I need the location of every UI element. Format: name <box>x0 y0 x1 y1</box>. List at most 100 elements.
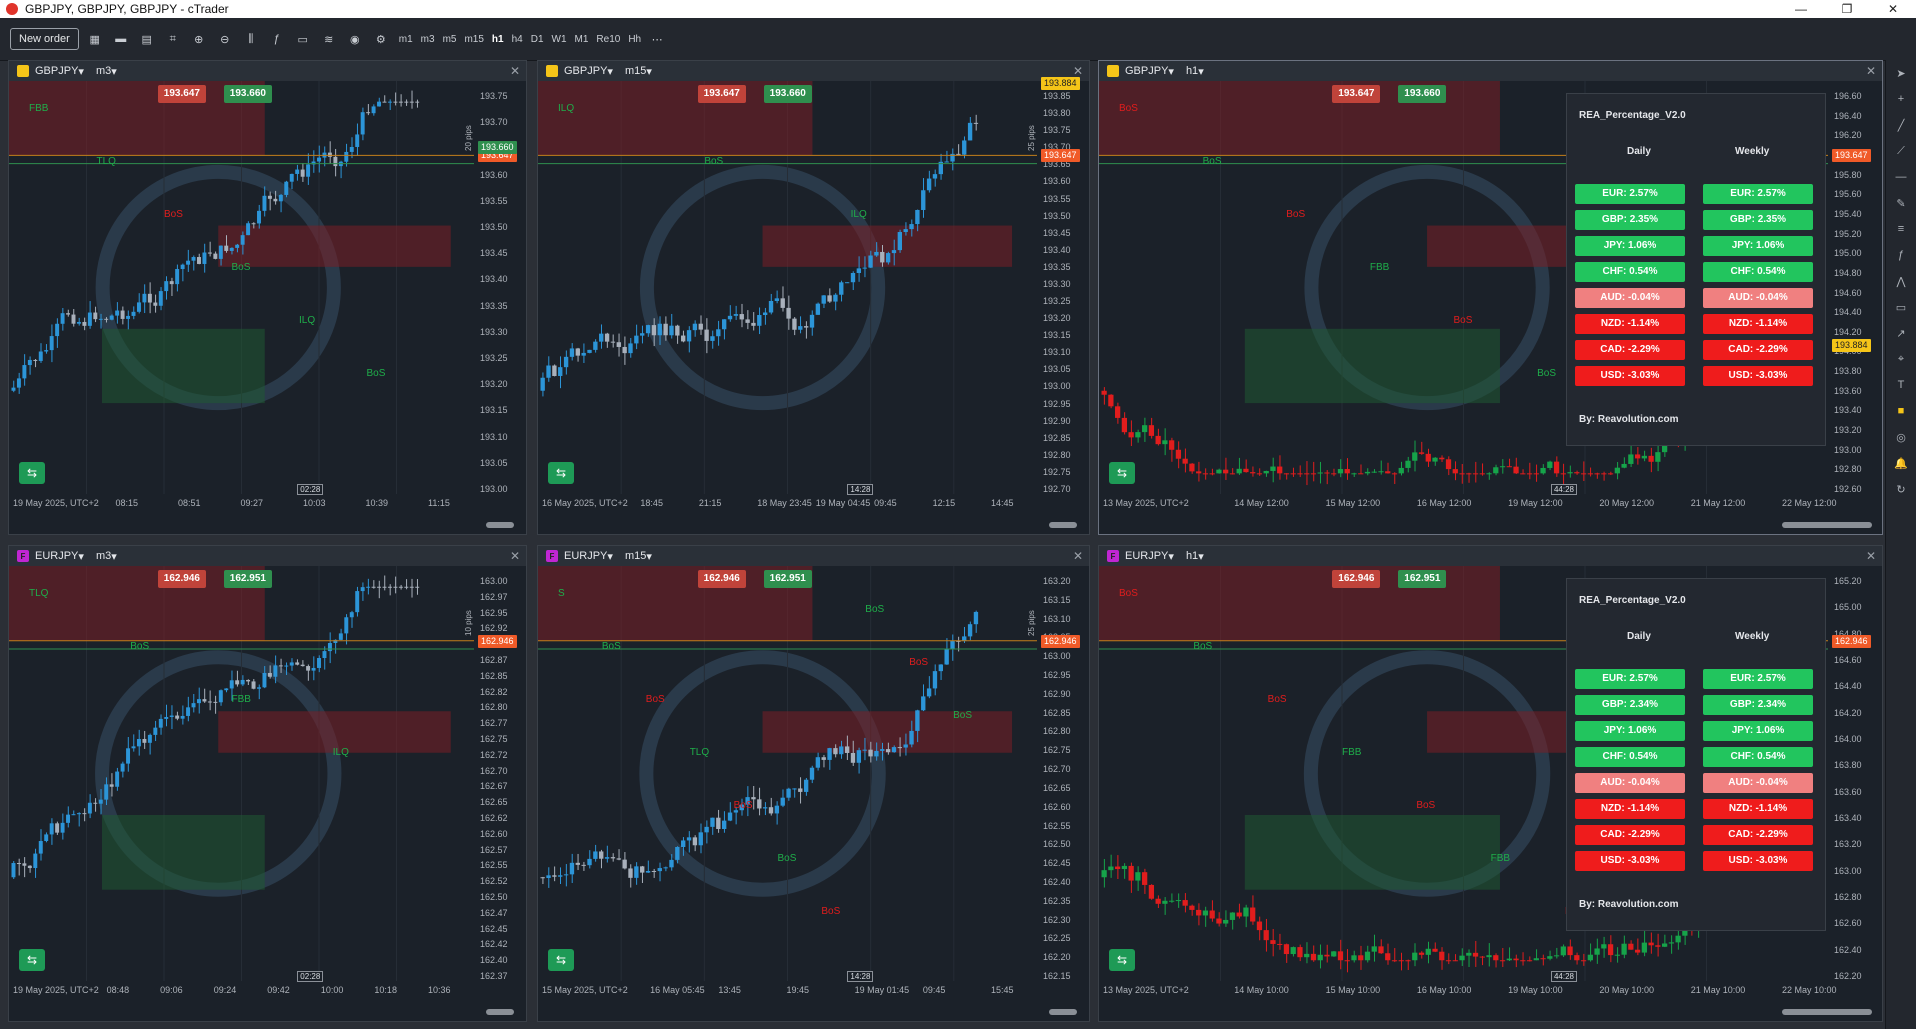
price-chart[interactable]: S BoS BoS TLQ BoS BoS BoS BoS BoS BoS <box>538 566 1037 981</box>
sell-button[interactable]: 162.946 <box>697 570 746 588</box>
chevron-down-icon[interactable]: ▾ <box>1168 550 1174 563</box>
symbol-selector[interactable]: GBPJPY <box>1125 65 1168 77</box>
time-axis[interactable]: 16 May 2025, UTC+2 18:45 21:15 18 May 23:45… <box>538 498 1037 512</box>
ray-icon[interactable]: ⟋ <box>1886 138 1916 164</box>
symbol-selector[interactable]: EURJPY <box>564 550 607 562</box>
note-icon[interactable]: ■ <box>1886 398 1916 424</box>
channel-icon[interactable]: ≡ <box>1886 216 1916 242</box>
timeframe-selector[interactable]: m3 <box>96 550 111 562</box>
chart-panel-5[interactable]: F EURJPY ▾ m15 ▾ ✕ S BoS BoS TLQ BoS BoS BoS BoS BoS… <box>537 545 1090 1022</box>
timeframe-selector[interactable]: m3 <box>96 65 111 77</box>
quick-trade-icon[interactable]: ⇆ <box>1109 462 1135 484</box>
tf-h1[interactable]: h1 <box>492 34 504 45</box>
close-chart-icon[interactable]: ✕ <box>1073 64 1083 78</box>
close-chart-icon[interactable]: ✕ <box>510 549 520 563</box>
chevron-down-icon[interactable]: ▾ <box>607 65 613 78</box>
close-chart-icon[interactable]: ✕ <box>1073 549 1083 563</box>
chart-panel-4[interactable]: F EURJPY ▾ m3 ▾ ✕ TLQ BoS FBB ILQ 162.946 162.951… <box>8 545 527 1022</box>
buy-button[interactable]: 193.660 <box>1398 85 1447 103</box>
sell-button[interactable]: 162.946 <box>157 570 206 588</box>
horizontal-scrollbar[interactable] <box>1049 522 1077 528</box>
zoom-out-icon[interactable]: ⊖ <box>215 29 235 49</box>
symbol-selector[interactable]: EURJPY <box>35 550 78 562</box>
chevron-down-icon[interactable]: ▾ <box>646 550 652 563</box>
candles-icon[interactable]: ⫼ <box>241 29 261 49</box>
sell-button[interactable]: 162.946 <box>1332 570 1381 588</box>
price-chart[interactable]: TLQ BoS FBB ILQ <box>9 566 474 981</box>
ruler-icon[interactable]: ⌖ <box>1886 346 1916 372</box>
price-axis[interactable]: 193.85 193.80 193.75 193.70 193.65 193.60 193.… <box>1043 83 1089 496</box>
close-chart-icon[interactable]: ✕ <box>510 64 520 78</box>
chart-type-icon[interactable]: ⌗ <box>163 29 183 49</box>
quick-trade-icon[interactable]: ⇆ <box>19 949 45 971</box>
horizontal-scrollbar[interactable] <box>1782 522 1872 528</box>
time-axis[interactable]: 13 May 2025, UTC+2 14 May 10:00 15 May 10:… <box>1099 985 1837 999</box>
sell-button[interactable]: 193.647 <box>157 85 206 103</box>
tf-h4[interactable]: h4 <box>512 34 523 45</box>
close-chart-icon[interactable]: ✕ <box>1866 549 1876 563</box>
alert-icon[interactable]: 🔔 <box>1886 450 1916 476</box>
tf-heikin[interactable]: Hh <box>628 34 641 45</box>
time-axis[interactable]: 15 May 2025, UTC+2 16 May 05:45 13:45 19:45… <box>538 985 1037 999</box>
eye-icon[interactable]: ◉ <box>345 29 365 49</box>
price-chart[interactable]: FBB TLQ BoS BoS ILQ BoS <box>9 81 474 494</box>
horizontal-scrollbar[interactable] <box>486 522 514 528</box>
price-chart[interactable]: ILQ BoS ILQ <box>538 81 1037 494</box>
tf-m3[interactable]: m3 <box>421 34 435 45</box>
settings-icon[interactable]: ⚙ <box>371 29 391 49</box>
tf-w1[interactable]: W1 <box>552 34 567 45</box>
more-icon[interactable]: ⋯ <box>647 29 667 49</box>
tf-m15[interactable]: m15 <box>464 34 483 45</box>
pattern-icon[interactable]: ⋀ <box>1886 268 1916 294</box>
quick-trade-icon[interactable]: ⇆ <box>548 949 574 971</box>
layout-split-icon[interactable]: ▤ <box>137 29 157 49</box>
sell-button[interactable]: 193.647 <box>697 85 746 103</box>
fib-icon[interactable]: ƒ <box>1886 242 1916 268</box>
chart-panel-6[interactable]: FEURJPY ▾h1 ▾✕BoSBoSBoSFBBBoSFBBBoSILQBo… <box>1098 545 1883 1022</box>
chevron-down-icon[interactable]: ▾ <box>78 65 84 78</box>
rectangle-icon[interactable]: ▭ <box>1886 294 1916 320</box>
time-axis[interactable]: 13 May 2025, UTC+2 14 May 12:00 15 May 12:… <box>1099 498 1837 512</box>
pencil-icon[interactable]: ✎ <box>1886 190 1916 216</box>
time-axis[interactable]: 19 May 2025, UTC+2 08:15 08:51 09:27 10:03 10… <box>9 498 474 512</box>
trendline-icon[interactable]: ╱ <box>1886 112 1916 138</box>
symbol-selector[interactable]: GBPJPY <box>35 65 78 77</box>
close-window-button[interactable]: ✕ <box>1870 0 1916 18</box>
tf-renko[interactable]: Re10 <box>596 34 620 45</box>
chart-panel-3[interactable]: GBPJPY ▾h1 ▾✕BoSBoSBoSFBBBoSBoSBoSILQ193… <box>1098 60 1883 535</box>
horizontal-line-icon[interactable]: — <box>1886 164 1916 190</box>
time-axis[interactable]: 19 May 2025, UTC+2 08:48 09:06 09:24 09:42 10… <box>9 985 474 999</box>
screenshot-icon[interactable]: ▭ <box>293 29 313 49</box>
chevron-down-icon[interactable]: ▾ <box>607 550 613 563</box>
horizontal-scrollbar[interactable] <box>1782 1009 1872 1015</box>
sell-button[interactable]: 193.647 <box>1332 85 1381 103</box>
minimize-button[interactable]: — <box>1778 0 1824 18</box>
buy-button[interactable]: 193.660 <box>223 85 272 103</box>
tf-d1[interactable]: D1 <box>531 34 544 45</box>
buy-button[interactable]: 162.951 <box>1398 570 1447 588</box>
buy-button[interactable]: 162.951 <box>223 570 272 588</box>
layers-icon[interactable]: ≋ <box>319 29 339 49</box>
chart-panel-1[interactable]: GBPJPY ▾ m3 ▾ ✕ FBB TLQ BoS BoS ILQ BoS 193.647 19… <box>8 60 527 535</box>
price-axis[interactable]: 165.20 165.00 164.80 164.60 164.40 164.20 164.… <box>1834 568 1882 983</box>
replay-icon[interactable]: ↻ <box>1886 476 1916 502</box>
tf-mn1[interactable]: M1 <box>575 34 589 45</box>
new-order-button[interactable]: New order <box>10 28 79 50</box>
quick-trade-icon[interactable]: ⇆ <box>548 462 574 484</box>
chevron-down-icon[interactable]: ▾ <box>1198 550 1204 563</box>
timeframe-selector[interactable]: h1 <box>1186 65 1198 77</box>
crosshair-icon[interactable]: + <box>1886 86 1916 112</box>
chevron-down-icon[interactable]: ▾ <box>646 65 652 78</box>
tf-m5[interactable]: m5 <box>443 34 457 45</box>
symbol-selector[interactable]: GBPJPY <box>564 65 607 77</box>
indicator-icon[interactable]: ƒ <box>267 29 287 49</box>
chart-panel-2[interactable]: GBPJPY ▾ m15 ▾ ✕ ILQ BoS ILQ 193.647 193.660 193… <box>537 60 1090 535</box>
quick-trade-icon[interactable]: ⇆ <box>19 462 45 484</box>
timeframe-selector[interactable]: m15 <box>625 65 646 77</box>
buy-button[interactable]: 193.660 <box>763 85 812 103</box>
price-axis[interactable]: 163.00162.97162.95162.92162.90162.87162.… <box>480 568 526 983</box>
layout-single-icon[interactable]: ▬ <box>111 29 131 49</box>
chevron-down-icon[interactable]: ▾ <box>1168 65 1174 78</box>
text-icon[interactable]: T <box>1886 372 1916 398</box>
chevron-down-icon[interactable]: ▾ <box>111 65 117 78</box>
